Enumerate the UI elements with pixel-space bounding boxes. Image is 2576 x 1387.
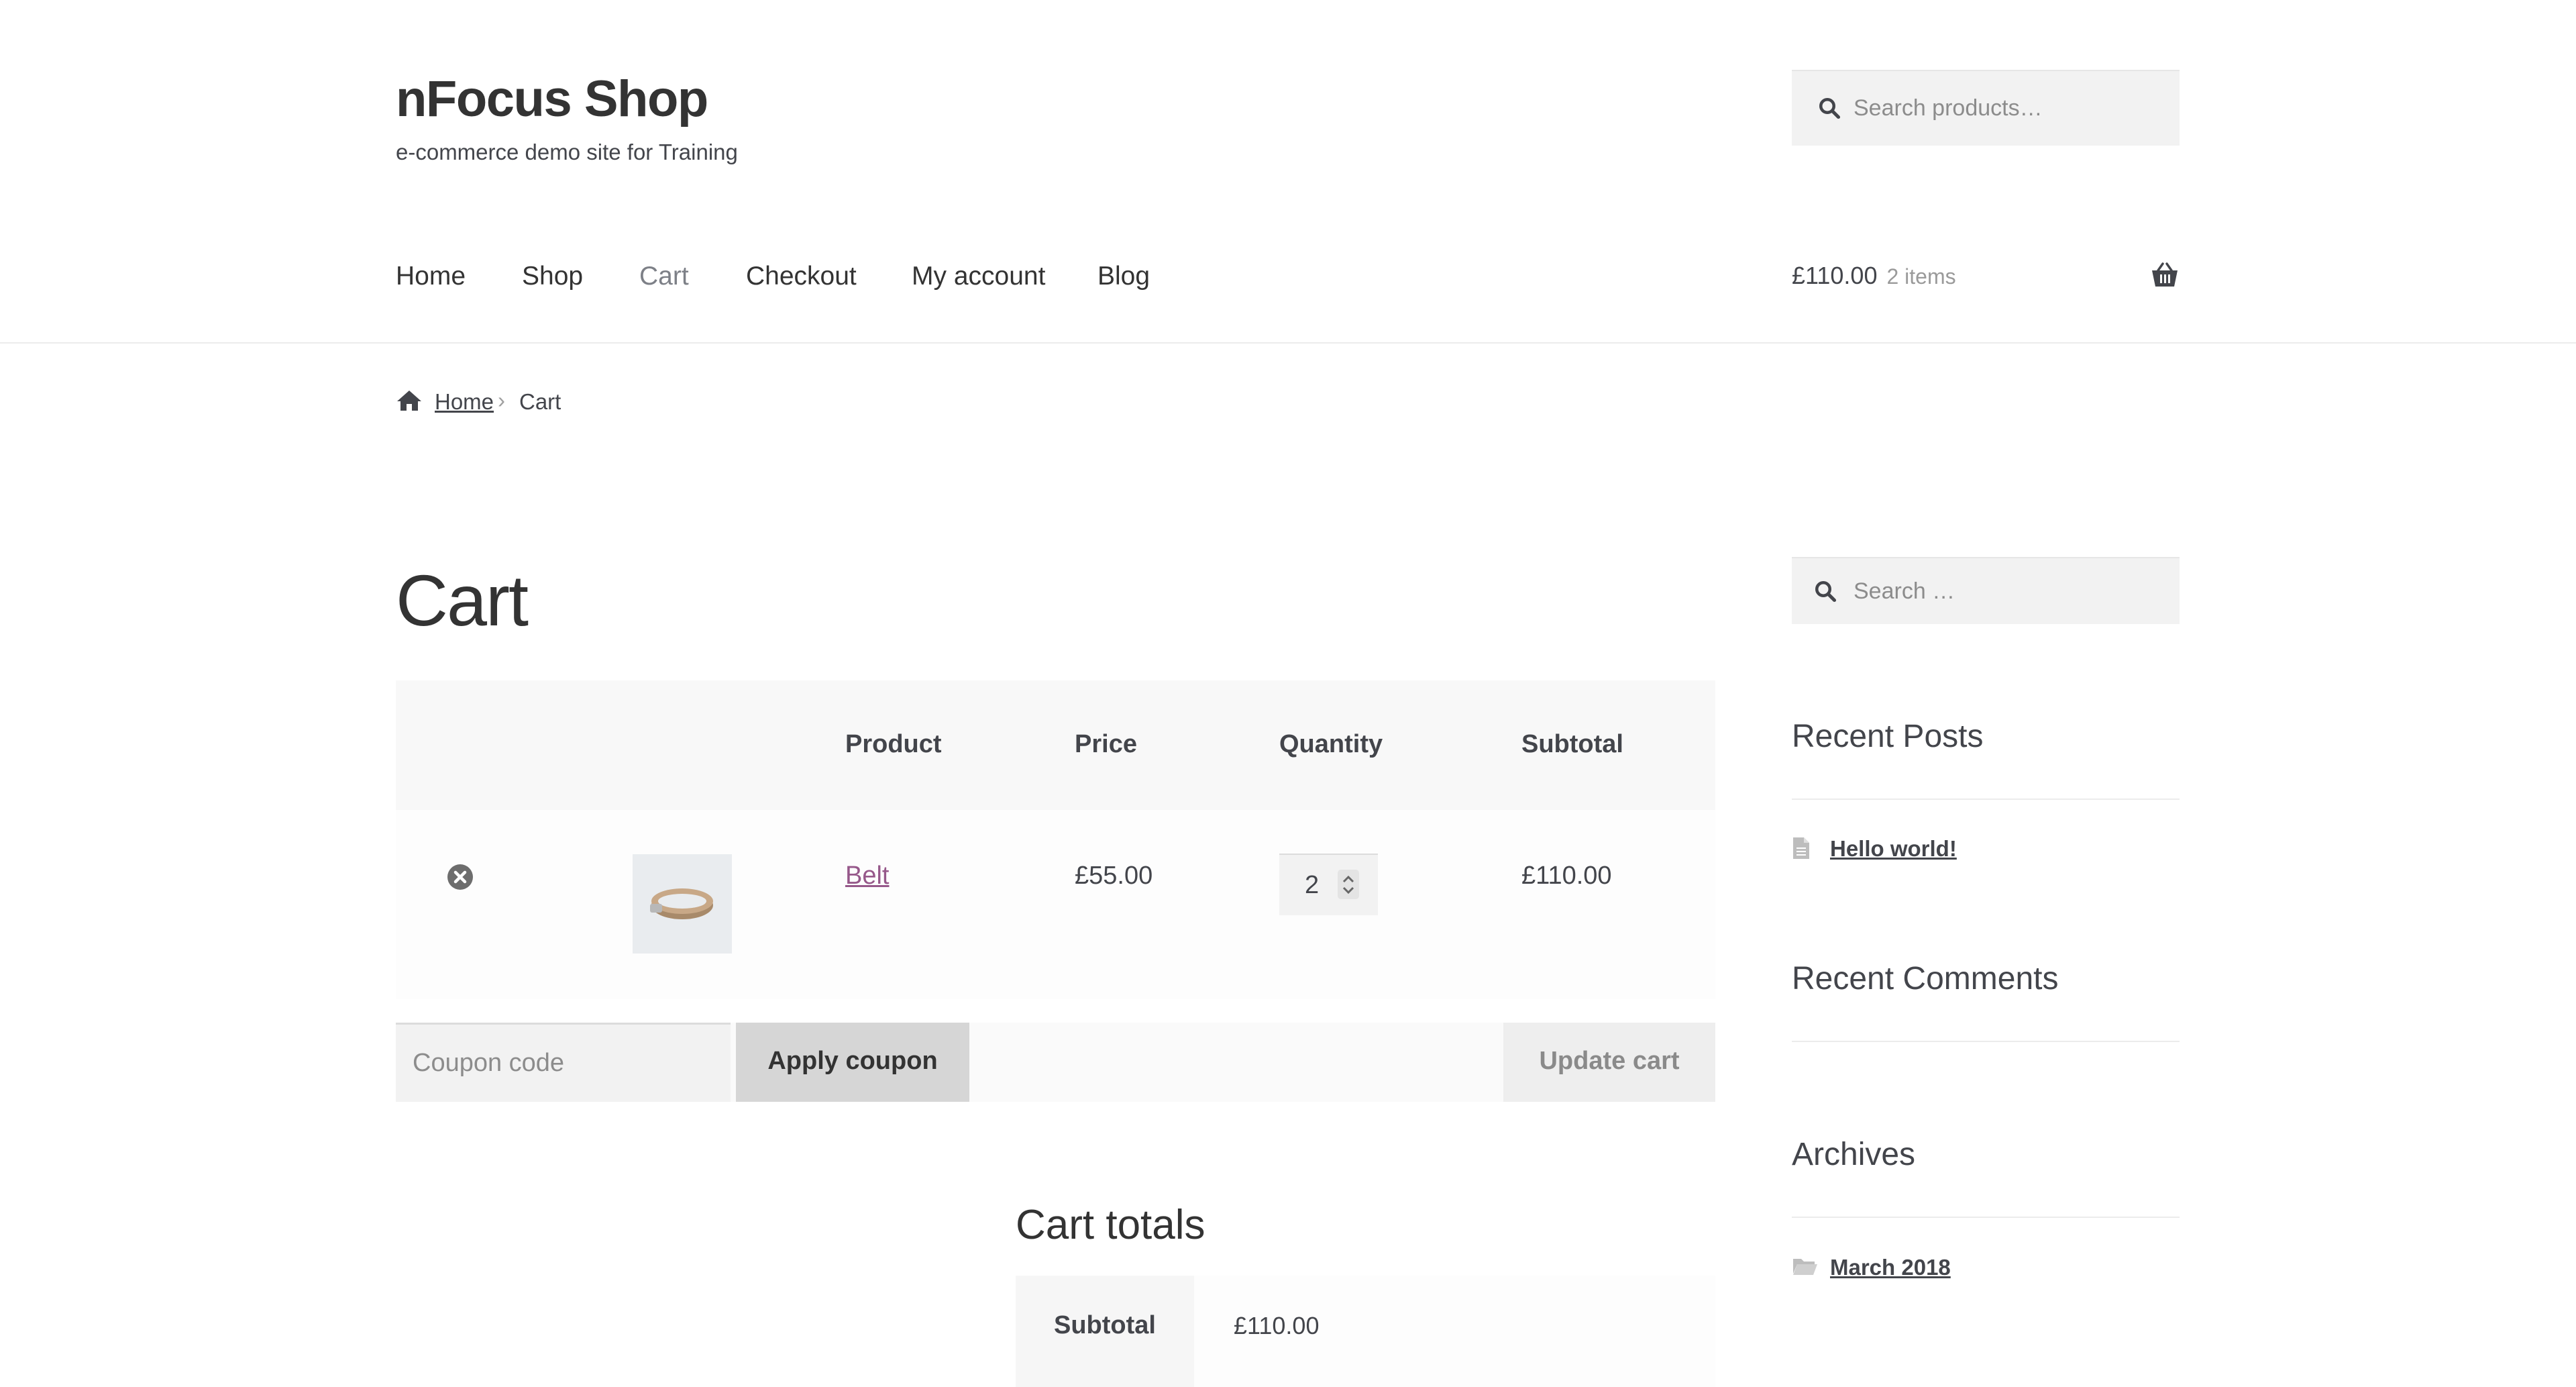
home-icon — [396, 389, 423, 412]
product-search-input[interactable]: Search products… — [1792, 70, 2180, 146]
header-cart-amount: £110.00 — [1792, 262, 1878, 289]
quantity-stepper[interactable]: 2 — [1279, 854, 1378, 915]
totals-subtotal-label: Subtotal — [1054, 1311, 1156, 1339]
page-title: Cart — [396, 560, 529, 641]
spinner-arrows-icon[interactable] — [1338, 870, 1359, 899]
belt-image[interactable] — [633, 854, 732, 954]
table-row — [396, 810, 1715, 999]
widget-title-recent-posts: Recent Posts — [1792, 719, 1984, 754]
widget-title-recent-comments: Recent Comments — [1792, 961, 2059, 996]
remove-item-icon[interactable] — [446, 863, 474, 891]
column-header-product: Product — [845, 730, 942, 758]
nav-cart[interactable]: Cart — [639, 262, 689, 291]
site-tagline: e-commerce demo site for Training — [396, 140, 738, 164]
document-icon — [1792, 836, 1811, 860]
nav-shop[interactable]: Shop — [522, 262, 583, 291]
search-icon — [1817, 96, 1841, 120]
product-link-belt[interactable]: Belt — [845, 862, 889, 890]
widget-title-archives: Archives — [1792, 1137, 1916, 1172]
breadcrumb-current: Cart — [519, 389, 561, 414]
coupon-placeholder: Coupon code — [413, 1049, 565, 1077]
product-subtotal: £110.00 — [1521, 862, 1612, 890]
update-cart-button[interactable]: Update cart — [1503, 1023, 1715, 1102]
basket-icon[interactable] — [2149, 262, 2180, 289]
sidebar-search-placeholder: Search … — [1854, 578, 1955, 604]
widget-divider — [1792, 1217, 2180, 1218]
column-header-price: Price — [1075, 730, 1137, 758]
product-search-placeholder: Search products… — [1854, 95, 2043, 121]
search-icon — [1813, 579, 1837, 603]
breadcrumb-separator: › — [498, 388, 505, 413]
nav-checkout[interactable]: Checkout — [746, 262, 857, 291]
folder-icon — [1792, 1256, 1819, 1276]
archive-link-march-2018[interactable]: March 2018 — [1830, 1255, 1951, 1280]
apply-coupon-label: Apply coupon — [767, 1047, 938, 1075]
recent-post-link[interactable]: Hello world! — [1830, 836, 1957, 862]
column-header-subtotal: Subtotal — [1521, 730, 1623, 758]
header-divider — [0, 342, 2576, 344]
cart-table-header — [396, 680, 1715, 810]
update-cart-label: Update cart — [1539, 1047, 1680, 1075]
sidebar-search-input[interactable]: Search … — [1792, 557, 2180, 624]
coupon-code-input[interactable]: Coupon code — [396, 1023, 731, 1102]
cart-totals-title: Cart totals — [1016, 1202, 1205, 1248]
site-title[interactable]: nFocus Shop — [396, 70, 708, 128]
nav-blog[interactable]: Blog — [1097, 262, 1150, 291]
header-cart-count: 2 items — [1886, 264, 1956, 289]
nav-home[interactable]: Home — [396, 262, 466, 291]
quantity-value: 2 — [1305, 871, 1320, 899]
nav-my-account[interactable]: My account — [912, 262, 1045, 291]
header-cart-summary[interactable]: £110.00 2 items — [1792, 262, 1956, 290]
column-header-quantity: Quantity — [1279, 730, 1383, 758]
widget-divider — [1792, 1041, 2180, 1042]
apply-coupon-button[interactable]: Apply coupon — [736, 1023, 969, 1102]
breadcrumb-home[interactable]: Home — [435, 389, 494, 415]
product-price: £55.00 — [1075, 862, 1153, 890]
totals-subtotal-value: £110.00 — [1234, 1312, 1320, 1339]
widget-divider — [1792, 799, 2180, 800]
